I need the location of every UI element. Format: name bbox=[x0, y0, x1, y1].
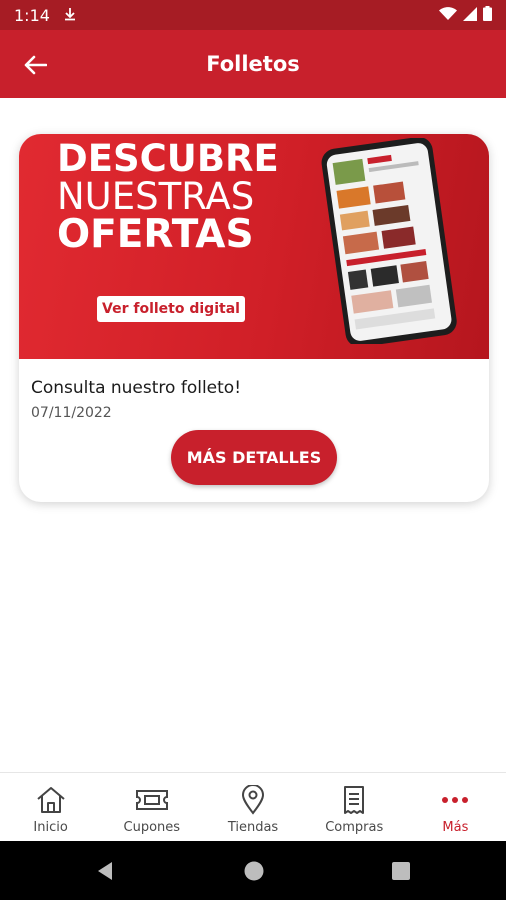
phone-mockup-image bbox=[321, 138, 457, 344]
flyer-caption: Consulta nuestro folleto! bbox=[31, 378, 242, 398]
flyer-banner[interactable]: DESCUBRE NUESTRAS OFERTAS Ver folleto di… bbox=[19, 134, 489, 359]
system-recents-icon[interactable] bbox=[390, 860, 412, 886]
flyer-card[interactable]: DESCUBRE NUESTRAS OFERTAS Ver folleto di… bbox=[19, 134, 489, 502]
nav-label-mas: Más bbox=[442, 820, 469, 835]
wifi-icon bbox=[439, 6, 457, 25]
banner-line-3: OFERTAS bbox=[57, 212, 254, 257]
page-title: Folletos bbox=[206, 52, 300, 76]
banner-line-2: NUESTRAS bbox=[57, 175, 255, 218]
status-bar: 1:14 bbox=[0, 0, 506, 30]
nav-label-tiendas: Tiendas bbox=[227, 820, 279, 835]
system-navigation-bar bbox=[0, 841, 506, 900]
nav-label-inicio: Inicio bbox=[33, 820, 68, 835]
system-back-icon[interactable] bbox=[94, 860, 116, 886]
nav-label-cupones: Cupones bbox=[123, 820, 181, 835]
more-dots-icon bbox=[438, 785, 472, 815]
bottom-navigation: Inicio Cupones Tiendas Compras Más bbox=[0, 772, 506, 841]
receipt-icon bbox=[337, 785, 371, 815]
flyer-date: 07/11/2022 bbox=[31, 405, 112, 421]
download-indicator-icon bbox=[64, 6, 76, 25]
signal-icon bbox=[463, 6, 477, 25]
back-arrow-icon[interactable] bbox=[20, 50, 50, 80]
system-home-icon[interactable] bbox=[243, 860, 265, 886]
location-pin-icon bbox=[236, 785, 270, 815]
nav-label-compras: Compras bbox=[325, 820, 384, 835]
battery-icon bbox=[483, 5, 492, 25]
home-icon bbox=[34, 785, 68, 815]
nav-item-compras[interactable]: Compras bbox=[304, 773, 405, 841]
banner-headline: DESCUBRE NUESTRAS OFERTAS bbox=[57, 137, 279, 257]
status-time: 1:14 bbox=[14, 5, 50, 25]
banner-line-1: DESCUBRE bbox=[57, 137, 279, 180]
more-details-button[interactable]: MÁS DETALLES bbox=[171, 430, 337, 485]
nav-item-mas[interactable]: Más bbox=[405, 773, 506, 841]
nav-item-tiendas[interactable]: Tiendas bbox=[202, 773, 303, 841]
nav-item-cupones[interactable]: Cupones bbox=[101, 773, 202, 841]
nav-item-inicio[interactable]: Inicio bbox=[0, 773, 101, 841]
view-digital-flyer-button[interactable]: Ver folleto digital bbox=[97, 296, 245, 322]
app-bar: Folletos bbox=[0, 30, 506, 98]
ticket-icon bbox=[135, 785, 169, 815]
